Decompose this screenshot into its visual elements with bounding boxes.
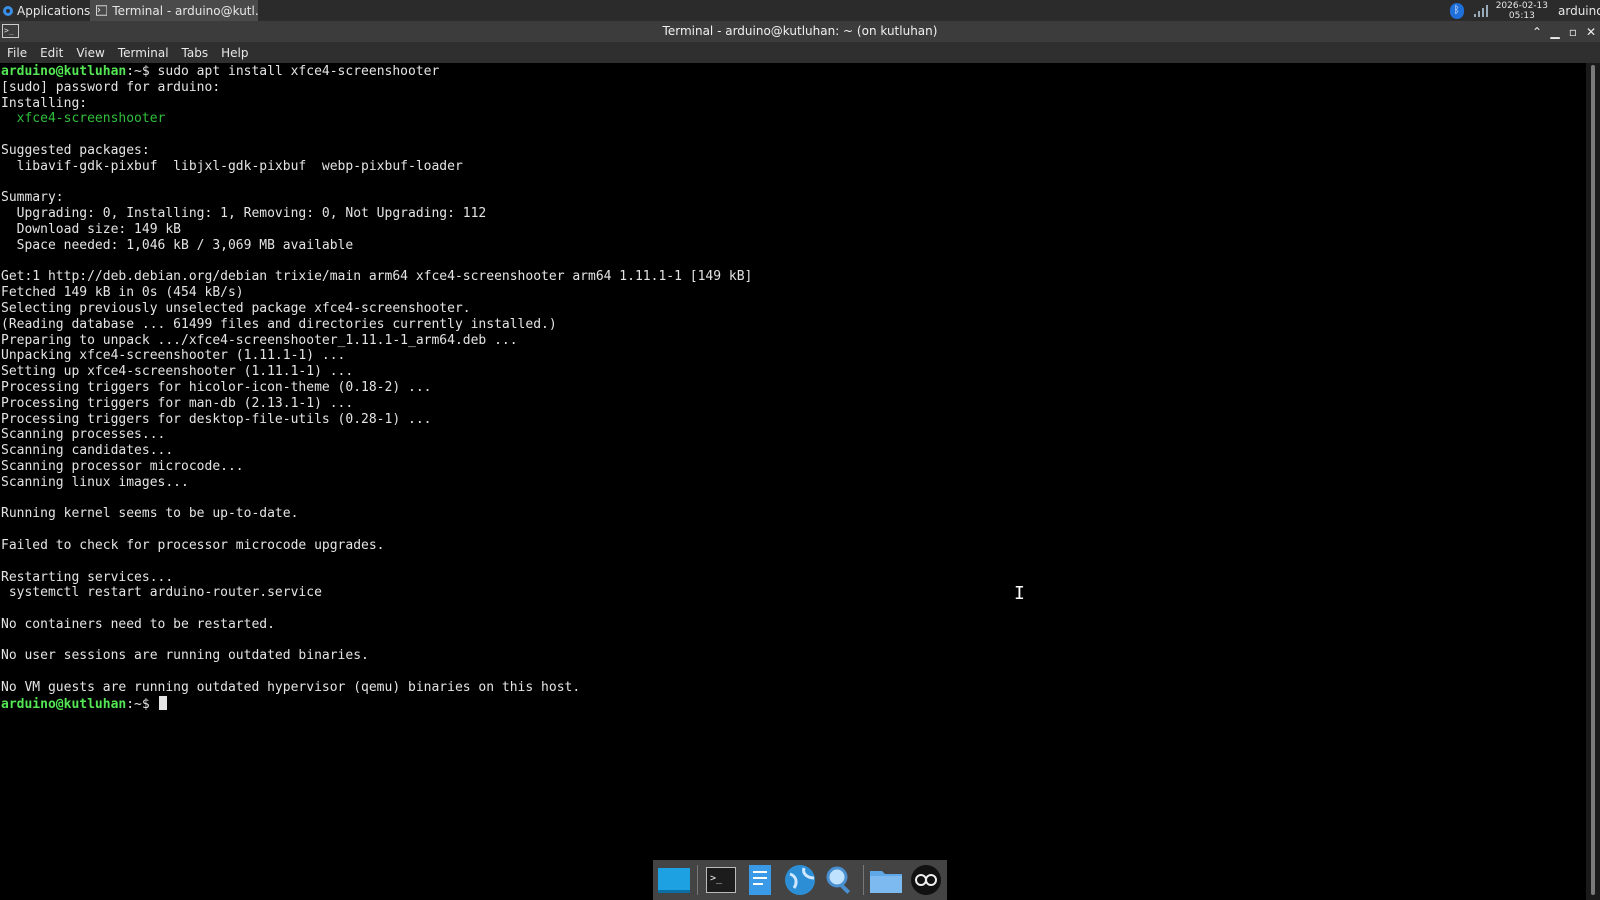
terminal-line: Restarting services... xyxy=(1,569,174,585)
show-desktop-icon[interactable] xyxy=(657,863,691,897)
terminal-line: Get:1 http://deb.debian.org/debian trixi… xyxy=(1,269,753,285)
window-title: Terminal - arduino@kutluhan: ~ (on kutlu… xyxy=(662,24,938,38)
terminal-line: No user sessions are running outdated bi… xyxy=(1,648,369,664)
applications-menu[interactable]: Applications xyxy=(0,0,94,21)
menu-file[interactable]: File xyxy=(0,46,33,60)
top-panel: Applications Terminal - arduino@kutl... … xyxy=(0,0,1600,21)
bluetooth-icon[interactable]: ᛒ xyxy=(1449,2,1464,19)
shade-icon[interactable]: ⌃ xyxy=(1530,25,1544,39)
xfce-logo-icon xyxy=(3,5,13,16)
terminal-line: Scanning processes... xyxy=(1,427,166,443)
user-menu[interactable]: arduino xyxy=(1558,4,1600,18)
taskbar-terminal-label: Terminal - arduino@kutl... xyxy=(112,3,258,18)
svg-text:>_: >_ xyxy=(710,873,723,884)
terminal-line: Processing triggers for man-db (2.13.1-1… xyxy=(1,395,354,411)
browser-icon[interactable] xyxy=(783,863,817,897)
scrollbar-thumb[interactable] xyxy=(1591,65,1595,895)
files-icon[interactable] xyxy=(870,863,904,897)
terminal-line: Scanning processor microcode... xyxy=(1,458,244,474)
minimize-icon[interactable]: ▁ xyxy=(1548,25,1562,39)
terminal-line: Scanning candidates... xyxy=(1,443,174,459)
terminal-line: (Reading database ... 61499 files and di… xyxy=(1,316,557,332)
clock[interactable]: 2026-02-13 05:13 xyxy=(1496,1,1548,21)
terminal-prompt-line: arduino@kutluhan:~$ sudo apt install xfc… xyxy=(1,64,439,79)
terminal-line: Processing triggers for hicolor-icon-the… xyxy=(1,379,432,395)
clock-date: 2026-02-13 xyxy=(1495,0,1548,11)
prompt-suffix: :~$ xyxy=(126,64,150,79)
menu-bar: File Edit View Terminal Tabs Help xyxy=(0,42,1600,63)
prompt-user: arduino@kutluhan xyxy=(1,64,127,79)
terminal-line: Running kernel seems to be up-to-date. xyxy=(1,506,299,522)
terminal-line: Processing triggers for desktop-file-uti… xyxy=(1,411,432,427)
terminal-line: Preparing to unpack .../xfce4-screenshoo… xyxy=(1,332,518,348)
terminal-line: Selecting previously unselected package … xyxy=(1,300,471,316)
menu-tabs[interactable]: Tabs xyxy=(175,46,215,60)
menu-terminal[interactable]: Terminal xyxy=(111,46,175,60)
mouse-ibeam-icon: I xyxy=(1014,583,1025,604)
terminal-line: Summary: xyxy=(1,190,64,206)
terminal-line: Scanning linux images... xyxy=(1,474,189,490)
menu-help[interactable]: Help xyxy=(214,46,254,60)
maximize-icon[interactable]: ▫ xyxy=(1566,25,1580,39)
menu-edit[interactable]: Edit xyxy=(33,46,69,60)
window-titlebar[interactable]: >_ Terminal - arduino@kutluhan: ~ (on ku… xyxy=(0,21,1600,42)
terminal-line: Fetched 149 kB in 0s (454 kB/s) xyxy=(1,285,244,301)
dock-separator xyxy=(696,865,698,895)
taskbar-terminal-button[interactable]: Terminal - arduino@kutl... xyxy=(90,0,258,21)
terminal-area[interactable]: arduino@kutluhan:~$ sudo apt install xfc… xyxy=(0,63,1586,900)
command-text: sudo apt install xfce4-screenshooter xyxy=(157,64,440,79)
terminal-line: Failed to check for processor microcode … xyxy=(1,537,385,553)
terminal-line: Setting up xfce4-screenshooter (1.11.1-1… xyxy=(1,364,354,380)
terminal-line: Suggested packages: xyxy=(1,142,150,158)
terminal-line: Installing: xyxy=(1,95,88,111)
terminal-final-prompt: arduino@kutluhan:~$ xyxy=(1,695,167,712)
menu-view[interactable]: View xyxy=(69,46,110,60)
arduino-icon[interactable] xyxy=(909,863,943,897)
close-icon[interactable]: ✕ xyxy=(1584,25,1598,39)
dock: >_ xyxy=(653,860,947,900)
dock-separator-2 xyxy=(862,865,864,895)
terminal-line: systemctl restart arduino-router.service xyxy=(1,585,322,601)
prompt-suffix-final: :~$ xyxy=(126,696,150,712)
clock-time: 05:13 xyxy=(1508,10,1535,21)
terminal-line: Upgrading: 0, Installing: 1, Removing: 0… xyxy=(1,206,487,222)
terminal-output-b: Suggested packages: libavif-gdk-pixbuf l… xyxy=(1,143,752,695)
terminal-line: Unpacking xfce4-screenshooter (1.11.1-1)… xyxy=(1,348,346,364)
installing-package: xfce4-screenshooter xyxy=(1,111,166,127)
applications-label: Applications xyxy=(17,3,91,18)
prompt-user-final: arduino@kutluhan xyxy=(1,696,127,712)
terminal-line: libavif-gdk-pixbuf libjxl-gdk-pixbuf web… xyxy=(1,158,463,174)
editor-icon[interactable] xyxy=(743,863,777,897)
text-cursor xyxy=(158,695,167,710)
terminal-icon xyxy=(96,5,108,16)
terminal-icon[interactable]: >_ xyxy=(704,863,738,897)
terminal-line: [sudo] password for arduino: xyxy=(1,79,221,95)
terminal-scrollbar[interactable] xyxy=(1586,63,1600,900)
network-signal-icon[interactable] xyxy=(1473,4,1488,17)
search-icon[interactable] xyxy=(823,863,857,897)
terminal-line: Download size: 149 kB xyxy=(1,221,182,237)
terminal-line: Space needed: 1,046 kB / 3,069 MB availa… xyxy=(1,237,354,253)
terminal-line: No VM guests are running outdated hyperv… xyxy=(1,680,581,696)
terminal-output-a: [sudo] password for arduino: Installing: xyxy=(1,80,220,111)
terminal-line: No containers need to be restarted. xyxy=(1,616,275,632)
